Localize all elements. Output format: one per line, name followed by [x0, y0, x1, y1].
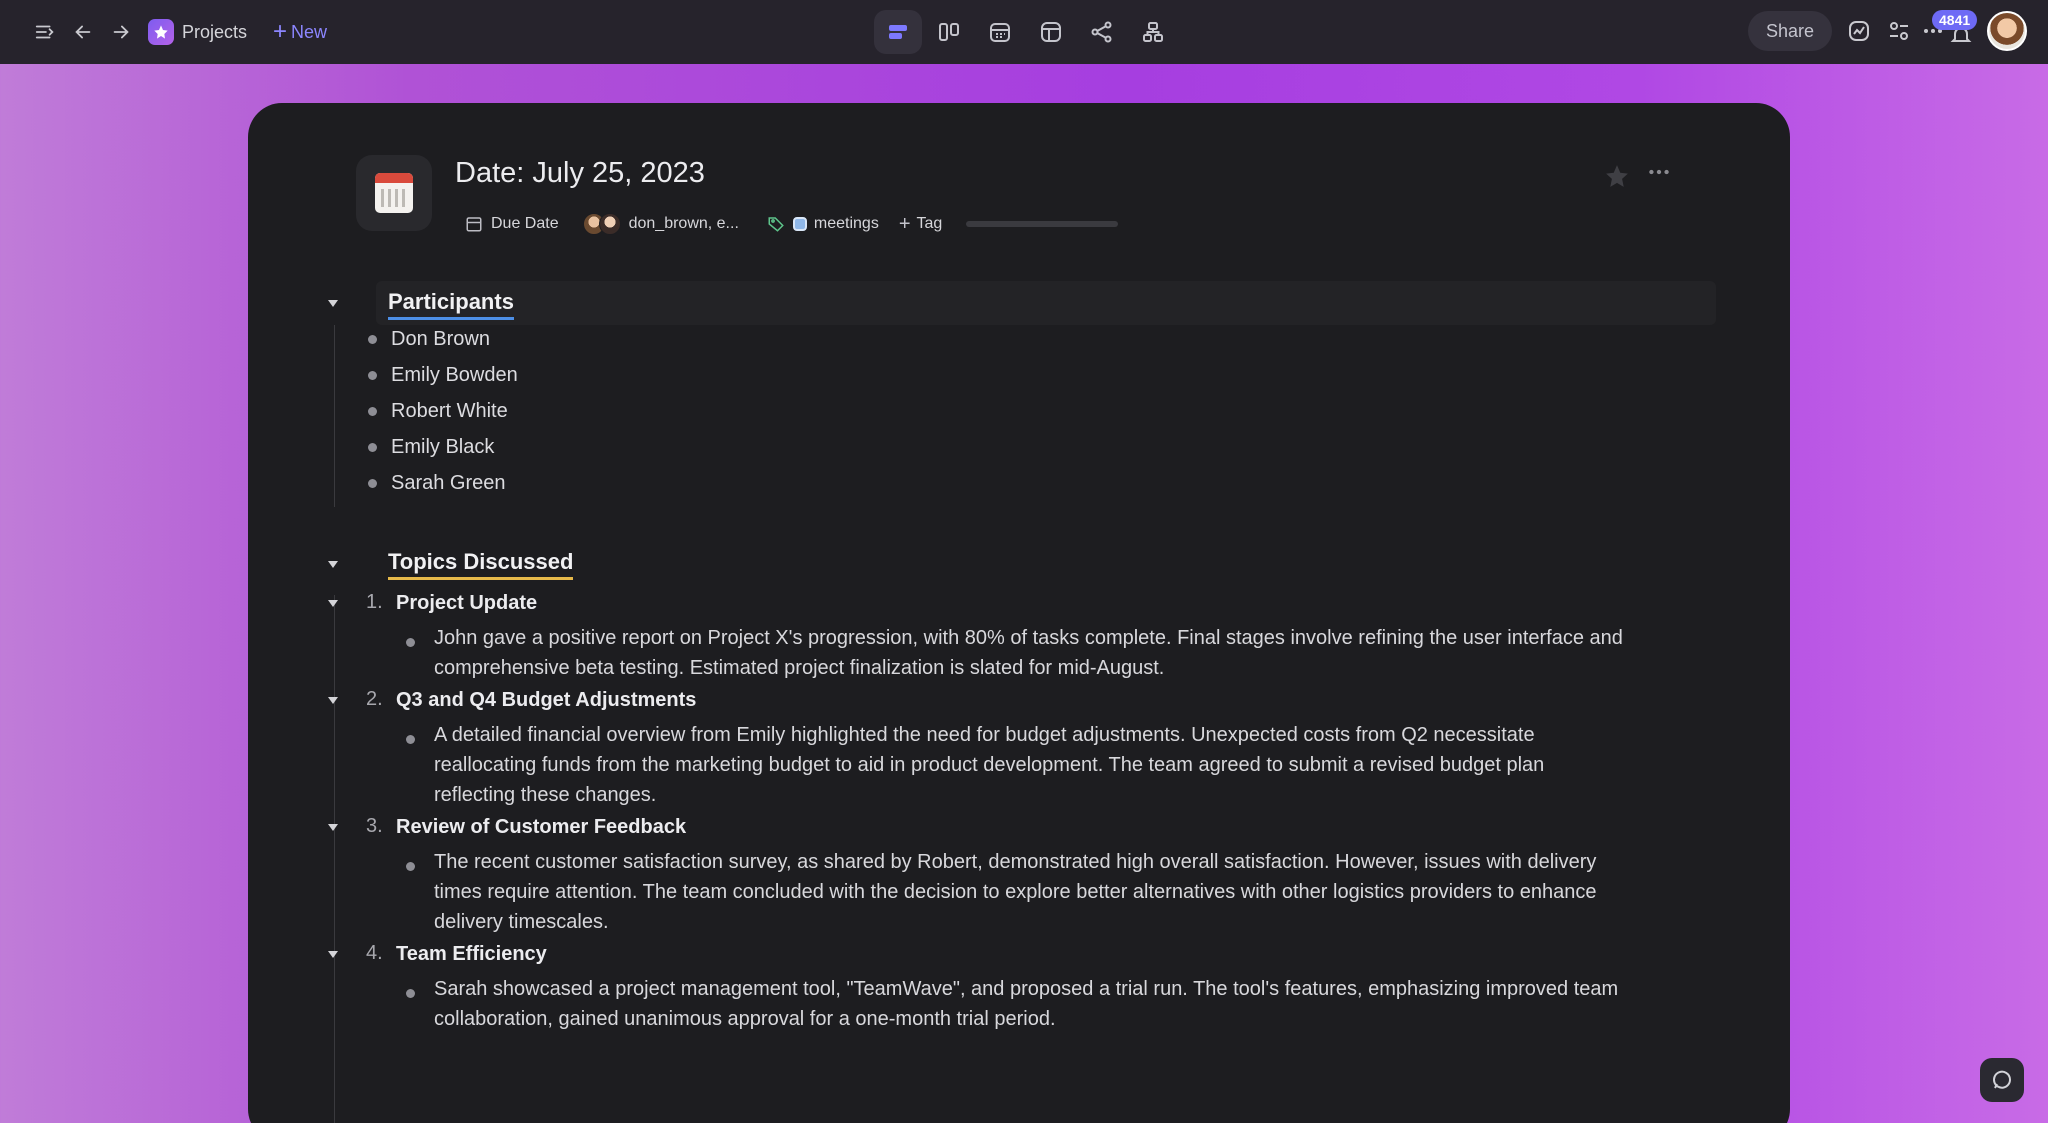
- topic-text[interactable]: The recent customer satisfaction survey,…: [434, 847, 1624, 937]
- graph-view-icon[interactable]: [1078, 10, 1126, 54]
- top-bar-left: Projects + New: [26, 0, 327, 64]
- topic-text[interactable]: John gave a positive report on Project X…: [434, 623, 1624, 683]
- calendar-emoji-icon[interactable]: [356, 155, 432, 231]
- bullet-icon: [406, 735, 415, 744]
- topic-text[interactable]: Sarah showcased a project management too…: [434, 974, 1624, 1034]
- add-tag-button[interactable]: + Tag: [889, 208, 952, 240]
- activity-chart-icon[interactable]: [1842, 14, 1876, 48]
- favorite-star-icon[interactable]: [1604, 163, 1630, 194]
- due-date-label: Due Date: [491, 215, 559, 232]
- share-button[interactable]: Share: [1748, 11, 1832, 51]
- sidebar-toggle-icon[interactable]: [26, 13, 64, 51]
- topics-heading[interactable]: Topics Discussed: [388, 549, 574, 580]
- indent-guide: [334, 325, 335, 507]
- bullet-icon: [368, 479, 377, 488]
- assignees-property[interactable]: don_brown, e...: [573, 208, 749, 240]
- tag-color-icon: [792, 217, 807, 231]
- document-card: Date: July 25, 2023 Due Date don_brown, …: [248, 103, 1790, 1123]
- project-switcher[interactable]: Projects: [148, 19, 247, 45]
- settings-sliders-icon[interactable]: [1882, 14, 1916, 48]
- top-bar-right: Share 4841: [1748, 0, 2048, 64]
- list-view-icon[interactable]: [874, 10, 922, 54]
- bullet-icon: [368, 335, 377, 344]
- bullet-icon: [406, 862, 415, 871]
- bullet-icon: [406, 638, 415, 647]
- document-title[interactable]: Date: July 25, 2023: [455, 157, 705, 190]
- participant-name: Don Brown: [391, 328, 490, 350]
- list-item[interactable]: Robert White: [368, 400, 508, 423]
- topic-title[interactable]: Team Efficiency: [396, 943, 547, 966]
- list-number: 3.: [366, 815, 383, 837]
- new-button-label: New: [291, 21, 328, 42]
- list-item[interactable]: Emily Black: [368, 436, 494, 459]
- topic-title[interactable]: Review of Customer Feedback: [396, 816, 686, 839]
- list-item[interactable]: Don Brown: [368, 328, 490, 351]
- indent-guide: [334, 595, 335, 1123]
- table-view-icon[interactable]: [1027, 10, 1075, 54]
- project-logo-icon: [148, 19, 174, 45]
- bullet-icon: [406, 989, 415, 998]
- collapse-caret-icon[interactable]: [328, 300, 338, 307]
- bullet-icon: [368, 443, 377, 452]
- plus-icon: +: [898, 212, 911, 235]
- top-bar: Projects + New Share 4841: [0, 0, 2048, 64]
- new-button[interactable]: + New: [273, 20, 327, 44]
- bullet-icon: [368, 407, 377, 416]
- hovered-block: [376, 281, 1716, 325]
- collapse-caret-icon[interactable]: [328, 951, 338, 958]
- list-item[interactable]: Emily Bowden: [368, 364, 518, 387]
- list-number: 1.: [366, 591, 383, 613]
- forward-arrow-icon[interactable]: [102, 13, 140, 51]
- due-date-property[interactable]: Due Date: [455, 208, 569, 240]
- assignee-avatar: [598, 213, 621, 235]
- plus-icon: +: [273, 18, 288, 45]
- participant-name: Emily Bowden: [391, 364, 518, 386]
- participant-name: Robert White: [391, 400, 508, 422]
- board-view-icon[interactable]: [925, 10, 973, 54]
- participant-name: Emily Black: [391, 436, 495, 458]
- collapse-caret-icon[interactable]: [328, 600, 338, 607]
- document-more-icon[interactable]: [1646, 159, 1672, 192]
- comment-chat-icon[interactable]: [1980, 1058, 2024, 1102]
- hierarchy-view-icon[interactable]: [1129, 10, 1177, 54]
- tag-label: meetings: [813, 215, 879, 232]
- tags-property[interactable]: meetings: [757, 208, 889, 240]
- assignees-label: don_brown, e...: [628, 215, 739, 232]
- properties-bar: Due Date don_brown, e... meetings + Tag: [455, 205, 1119, 243]
- view-switcher: [874, 10, 1180, 54]
- collapse-caret-icon[interactable]: [328, 824, 338, 831]
- bullet-icon: [368, 371, 377, 380]
- list-item[interactable]: Sarah Green: [368, 472, 506, 495]
- calendar-icon: [375, 173, 413, 213]
- topic-title[interactable]: Project Update: [396, 592, 537, 615]
- list-number: 2.: [366, 688, 383, 710]
- collapse-caret-icon[interactable]: [328, 561, 338, 568]
- tag-icon: [768, 217, 784, 232]
- topic-text[interactable]: A detailed financial overview from Emily…: [434, 720, 1624, 810]
- calendar-icon: [466, 217, 482, 232]
- collapse-caret-icon[interactable]: [328, 697, 338, 704]
- list-number: 4.: [366, 942, 383, 964]
- back-arrow-icon[interactable]: [64, 13, 102, 51]
- topic-title[interactable]: Q3 and Q4 Budget Adjustments: [396, 689, 696, 712]
- participants-heading[interactable]: Participants: [388, 289, 514, 320]
- participant-name: Sarah Green: [391, 472, 506, 494]
- user-avatar[interactable]: [1987, 11, 2027, 51]
- add-tag-label: Tag: [916, 215, 943, 232]
- notification-badge: 4841: [1932, 10, 1978, 30]
- progress-bar: [966, 221, 1119, 227]
- calendar-view-icon[interactable]: [976, 10, 1024, 54]
- project-name: Projects: [182, 21, 248, 42]
